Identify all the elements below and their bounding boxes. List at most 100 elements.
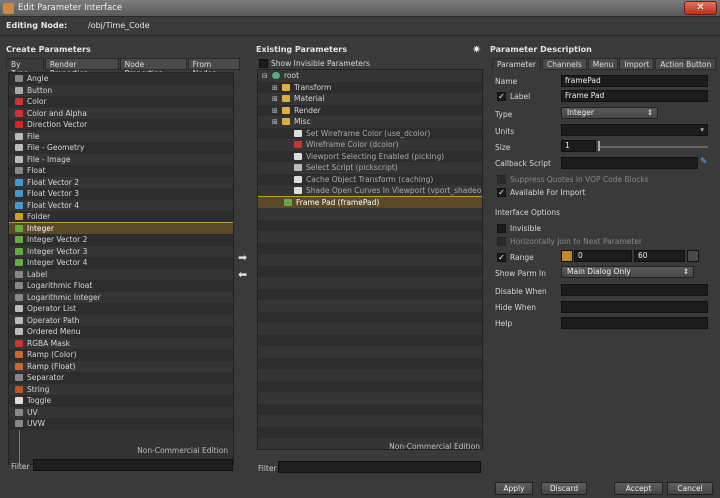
label-checkbox[interactable]: ✓ xyxy=(497,92,506,101)
tab-node-properties[interactable]: Node Properties xyxy=(119,58,187,78)
list-item[interactable]: Ramp (Float) xyxy=(9,360,233,372)
create-filter-label: Filter xyxy=(11,462,30,471)
gear-icon[interactable]: ✷ xyxy=(472,43,481,56)
list-item[interactable]: UV xyxy=(9,406,233,418)
close-button[interactable]: ✕ xyxy=(684,1,717,15)
list-item[interactable]: Integer Vector 2 xyxy=(9,234,233,246)
list-item[interactable]: Button xyxy=(9,84,233,96)
list-item[interactable]: Operator Path xyxy=(9,314,233,326)
type-dropdown[interactable]: Integer ⇕ xyxy=(561,107,658,119)
list-item[interactable]: RGBA Mask xyxy=(9,337,233,349)
range-max-field[interactable]: 60 xyxy=(634,250,685,262)
list-item[interactable]: Operator List xyxy=(9,303,233,315)
create-type-list[interactable]: Angle Button Color Color and Alpha Direction… xyxy=(8,72,234,465)
list-item[interactable]: Logarithmic Float xyxy=(9,280,233,292)
list-item[interactable]: Ramp (Color) xyxy=(9,349,233,361)
list-item[interactable]: Folder xyxy=(9,211,233,223)
tree-item[interactable]: ⊞ Render xyxy=(258,104,482,116)
list-item[interactable]: Float Vector 3 xyxy=(9,188,233,200)
tree-item[interactable]: Wireframe Color (dcolor) xyxy=(258,139,482,151)
tree-item[interactable]: Shade Open Curves In Viewport (vport_sha… xyxy=(258,185,482,197)
tab-by-type[interactable]: By Type xyxy=(6,58,44,78)
list-item[interactable]: String xyxy=(9,383,233,395)
unlock-icon[interactable] xyxy=(687,250,699,262)
slider-handle[interactable] xyxy=(598,141,600,151)
remove-arrow-icon[interactable]: ⬅ xyxy=(238,268,247,281)
param-type-icon xyxy=(15,167,23,174)
tree-empty-row xyxy=(258,300,482,312)
list-item[interactable]: File xyxy=(9,130,233,142)
list-item[interactable]: Color and Alpha xyxy=(9,107,233,119)
tree-item[interactable]: Select Script (pickscript) xyxy=(258,162,482,174)
int-icon xyxy=(284,198,292,206)
discard-button[interactable]: Discard xyxy=(541,482,587,495)
tab-from-nodes[interactable]: From Nodes xyxy=(187,58,240,78)
horizontal-join-checkbox[interactable] xyxy=(497,237,506,246)
help-field[interactable] xyxy=(561,317,708,329)
show-parm-dropdown[interactable]: Main Dialog Only ⇕ xyxy=(561,266,694,278)
callback-script-field[interactable] xyxy=(561,157,698,169)
label-field[interactable]: Frame Pad xyxy=(561,90,708,102)
existing-parameter-tree[interactable]: ⊟ root ⊞ Transform ⊞ Material ⊞ Render ⊞ Misc Set … xyxy=(257,69,483,450)
tab-parameter[interactable]: Parameter xyxy=(492,58,542,70)
list-item[interactable]: Label xyxy=(9,268,233,280)
name-field[interactable]: framePad xyxy=(561,75,708,87)
size-label: Size xyxy=(495,143,511,152)
tree-item-label: Shade Open Curves In Viewport (vport_sha… xyxy=(306,186,483,195)
list-item[interactable]: File - Geometry xyxy=(9,142,233,154)
suppress-quotes-checkbox[interactable] xyxy=(497,175,506,184)
invisible-checkbox[interactable] xyxy=(497,224,506,233)
list-item[interactable]: Float Vector 4 xyxy=(9,199,233,211)
list-item[interactable]: Angle xyxy=(9,73,233,85)
tree-empty-row xyxy=(258,403,482,415)
title-bar: Edit Parameter Interface ✕ xyxy=(0,0,720,17)
tab-action-button[interactable]: Action Button xyxy=(655,58,717,70)
tab-channels[interactable]: Channels xyxy=(542,58,587,70)
disable-when-field[interactable] xyxy=(561,284,708,296)
apply-button[interactable]: Apply xyxy=(495,482,533,495)
add-arrow-icon[interactable]: ➡ xyxy=(238,251,247,264)
lock-icon[interactable] xyxy=(561,250,573,262)
list-item[interactable]: Toggle xyxy=(9,395,233,407)
cancel-button[interactable]: Cancel xyxy=(667,482,713,495)
units-field[interactable]: ▾ xyxy=(561,124,708,136)
tree-item[interactable]: Set Wireframe Color (use_dcolor) xyxy=(258,127,482,139)
existing-filter-input[interactable] xyxy=(278,461,481,473)
list-item[interactable]: Float xyxy=(9,165,233,177)
list-item-label: Ordered Menu xyxy=(27,327,81,336)
list-item[interactable]: Color xyxy=(9,96,233,108)
list-item[interactable]: Integer Vector 4 xyxy=(9,257,233,269)
tree-item[interactable]: ⊟ root xyxy=(258,70,482,82)
accept-button[interactable]: Accept xyxy=(614,482,663,495)
range-checkbox[interactable]: ✓ xyxy=(497,253,506,262)
hide-when-field[interactable] xyxy=(561,301,708,313)
list-item[interactable]: UVW xyxy=(9,418,233,430)
list-item[interactable]: Integer xyxy=(9,221,233,235)
available-import-checkbox[interactable]: ✓ xyxy=(497,188,506,197)
show-invisible-checkbox[interactable] xyxy=(259,59,268,68)
tree-item[interactable]: ⊞ Misc xyxy=(258,116,482,128)
tree-item[interactable]: Viewport Selecting Enabled (picking) xyxy=(258,150,482,162)
tab-import[interactable]: Import xyxy=(619,58,655,70)
script-edit-icon[interactable]: ✎ xyxy=(700,157,708,167)
list-item[interactable]: Separator xyxy=(9,372,233,384)
list-item[interactable]: File - Image xyxy=(9,153,233,165)
chevron-down-icon: ▾ xyxy=(700,125,704,134)
tree-item[interactable]: Frame Pad (framePad) xyxy=(258,195,482,209)
list-item[interactable]: Ordered Menu xyxy=(9,326,233,338)
list-item-label: Float Vector 2 xyxy=(27,177,79,187)
tab-render-properties[interactable]: Render Properties xyxy=(44,58,119,78)
tree-item[interactable]: ⊞ Transform xyxy=(258,81,482,93)
size-slider[interactable] xyxy=(598,146,708,148)
tree-item[interactable]: ⊞ Material xyxy=(258,93,482,105)
list-item[interactable]: Integer Vector 3 xyxy=(9,245,233,257)
list-item[interactable]: Float Vector 2 xyxy=(9,176,233,188)
size-field[interactable]: 1 xyxy=(561,140,596,152)
list-item-label: UVW xyxy=(27,419,46,428)
list-item[interactable]: Direction Vector xyxy=(9,119,233,131)
list-item[interactable]: Logarithmic Integer xyxy=(9,291,233,303)
range-min-field[interactable]: 0 xyxy=(574,250,632,262)
create-filter-input[interactable] xyxy=(33,459,233,471)
tree-item[interactable]: Cache Object Transform (caching) xyxy=(258,173,482,185)
tab-menu[interactable]: Menu xyxy=(587,58,619,70)
